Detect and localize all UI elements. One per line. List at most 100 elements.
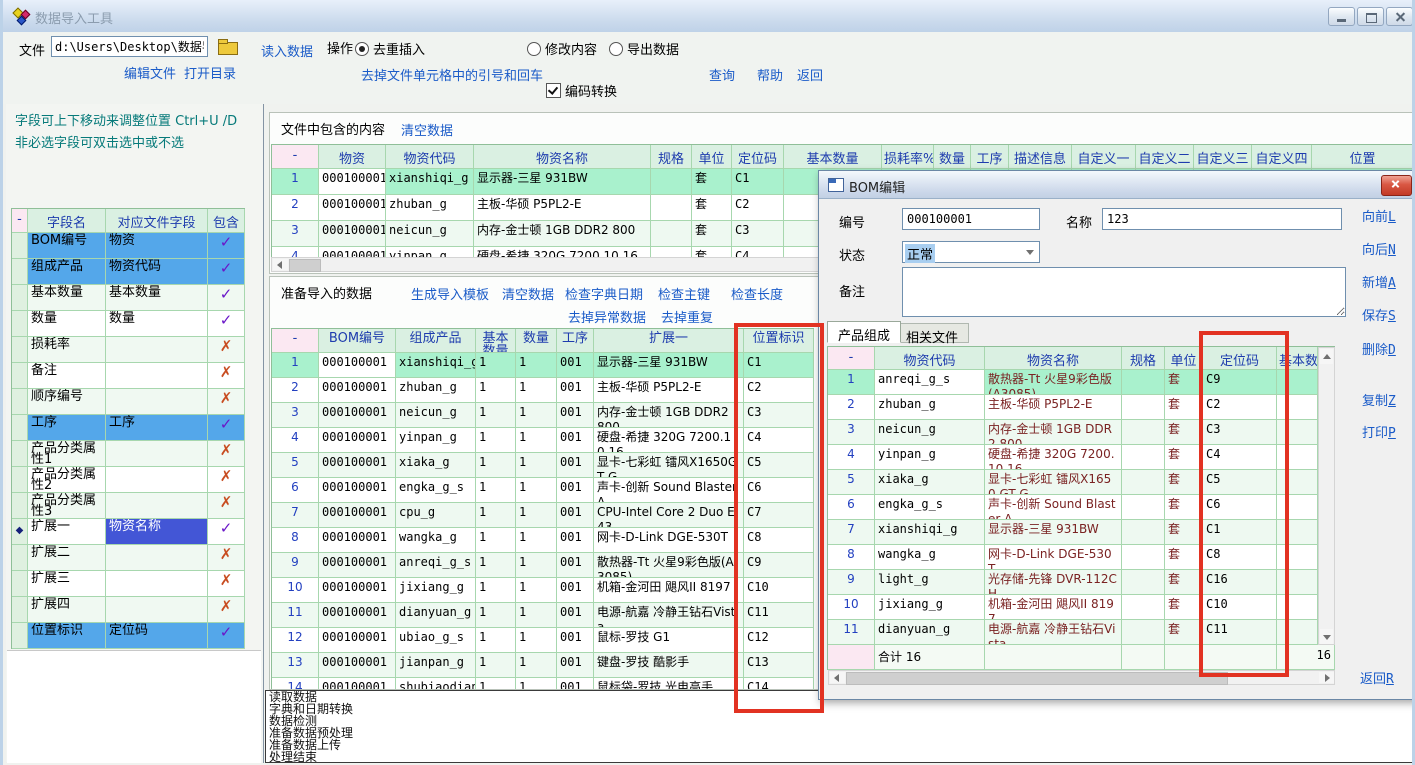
radio-modify-content[interactable]: 修改内容 [527,39,597,58]
scroll-left-button[interactable] [273,259,288,270]
query-link[interactable]: 查询 [709,65,735,84]
table-row[interactable]: 11dianyuan_g电源-航嘉 冷静王钻石Vista套C11 [828,620,1318,645]
table-cell: cpu_g [396,503,476,528]
table-row[interactable]: 3neicun_g内存-金士顿 1GB DDR2 800套C3 [828,420,1318,445]
bom-table-hscrollbar[interactable] [828,670,1335,685]
table-row[interactable]: 9000100001anreqi_g_s11001散热器-Tt 火星9彩色版(A… [272,553,814,578]
table-cell: 1 [476,478,516,503]
read-data-link[interactable]: 读入数据 [261,41,313,60]
table-row[interactable]: 组成产品物资代码✓ [12,259,245,285]
table-cell: 3 [272,403,319,428]
table-row[interactable]: 12000100001ubiao_g_s11001鼠标-罗技 G1C12 [272,628,814,653]
table-row[interactable]: 数量数量✓ [12,311,245,337]
table-row[interactable]: 4yinpan_g硬盘-希捷 320G 7200.10.16套C4 [828,445,1318,470]
clear-prepared-data-link[interactable]: 清空数据 [502,284,554,303]
column-header: 定位码 [1203,347,1277,370]
table-cell: 声卡-创新 Sound Blaster A [594,478,744,503]
print-button[interactable]: 打印P [1362,422,1396,441]
save-button[interactable]: 保存S [1362,305,1396,324]
table-row[interactable]: 扩展四✗ [12,597,245,623]
table-row[interactable]: 8wangka_g网卡-D-Link DGE-530T套C8 [828,545,1318,570]
table-row[interactable]: 产品分类属性3✗ [12,493,245,519]
table-row[interactable]: 损耗率✗ [12,337,245,363]
minimize-button[interactable] [1328,7,1355,26]
strip-quotes-link[interactable]: 去掉文件单元格中的引号和回车 [361,65,543,84]
table-row[interactable]: 3000100001neicun_g11001内存-金士顿 1GB DDR2 8… [272,403,814,428]
table-row[interactable]: 工序工序✓ [12,415,245,441]
scroll-right-button[interactable] [1319,672,1334,683]
table-row[interactable]: 7xianshiqi_g显示器-三星 931BW套C1 [828,520,1318,545]
table-row[interactable]: 11000100001dianyuan_g11001电源-航嘉 冷静王钻石Vis… [272,603,814,628]
scroll-down-button[interactable] [1320,629,1333,644]
table-row[interactable]: 4000100001yinpan_g11001硬盘-希捷 320G 7200.1… [272,428,814,453]
table-row[interactable]: 7000100001cpu_g11001CPU-Intel Core 2 Duo… [272,503,814,528]
radio-export-data[interactable]: 导出数据 [609,39,679,58]
table-row[interactable]: 6engka_g_s声卡-创新 Sound Blaster A套C6 [828,495,1318,520]
drop-duplicates-link[interactable]: 去掉重复 [661,307,713,326]
table-row[interactable]: 备注✗ [12,363,245,389]
dialog-close-button[interactable] [1381,175,1412,196]
table-row[interactable]: 扩展三✗ [12,571,245,597]
table-row[interactable]: ◆扩展一物资名称✓ [12,519,245,545]
generate-template-link[interactable]: 生成导入模板 [411,284,489,303]
table-row[interactable]: 产品分类属性1✗ [12,441,245,467]
browse-folder-button[interactable] [215,37,241,57]
column-header: 扩展一 [594,329,744,353]
check-primary-key-link[interactable]: 检查主键 [658,284,710,303]
maximize-button[interactable] [1357,7,1384,26]
table-row[interactable]: 基本数量基本数量✓ [12,285,245,311]
table-cell: 000100001 [319,378,396,403]
table-row[interactable]: 8000100001wangka_g11001网卡-D-Link DGE-530… [272,528,814,553]
scroll-up-icon [1323,354,1331,359]
back-link[interactable]: 返回 [797,65,823,84]
table-row[interactable]: 2000100001zhuban_g11001主板-华硕 P5PL2-EC2 [272,378,814,403]
table-row[interactable]: 10000100001jixiang_g11001机箱-金河田 飓风II 819… [272,578,814,603]
check-dict-date-link[interactable]: 检查字典日期 [565,284,643,303]
drop-abnormal-link[interactable]: 去掉异常数据 [568,307,646,326]
check-length-link[interactable]: 检查长度 [731,284,783,303]
radio-dedup-insert[interactable]: 去重插入 [355,39,425,58]
add-button[interactable]: 新增A [1362,272,1396,291]
bom-status-select[interactable]: 正常 [902,241,1040,263]
table-cell: 基本数量 [106,285,208,311]
encoding-convert-checkbox[interactable]: 编码转换 [546,81,617,100]
close-button[interactable] [1386,7,1413,26]
scroll-up-button[interactable] [1320,349,1333,364]
file-path-input[interactable] [51,36,208,57]
table-row[interactable]: 扩展二✗ [12,545,245,571]
scroll-thumb[interactable] [289,259,321,272]
table-cell: zhuban_g [396,378,476,403]
prev-record-button[interactable]: 向前L [1362,206,1396,225]
table-row[interactable]: 14000100001shubiaodian_g11001鼠标袋-罗技 光电高手… [272,678,814,689]
scroll-thumb[interactable] [846,672,1228,685]
table-row[interactable]: 5000100001xiaka_g11001显卡-七彩虹 镭风X1650GT-G… [272,453,814,478]
table-row[interactable]: 2zhuban_g主板-华硕 P5PL2-E套C2 [828,395,1318,420]
table-row[interactable]: 位置标识定位码✓ [12,623,245,649]
table-row[interactable]: BOM编号物资✓ [12,233,245,259]
clear-file-data-link[interactable]: 清空数据 [401,120,453,139]
table-row[interactable]: 5xiaka_g显卡-七彩虹 镭风X1650 GT-G套C5 [828,470,1318,495]
table-row[interactable]: 9light_g光存储-先锋 DVR-112CH套C16 [828,570,1318,595]
bom-note-textarea[interactable] [902,267,1346,317]
next-record-button[interactable]: 向后N [1362,239,1396,258]
tab-related-files[interactable]: 相关文件 [895,323,969,343]
table-row[interactable]: 1anreqi_g_s散热器-Tt 火星9彩色版(A3085)套C9 [828,370,1318,395]
bom-id-input[interactable] [902,208,1040,230]
bom-table-vscrollbar[interactable] [1318,347,1335,645]
table-row[interactable]: 1000100001xianshiqi_g11001显示器-三星 931BWC1 [272,353,814,378]
delete-button[interactable]: 删除D [1362,339,1396,358]
table-row[interactable]: 6000100001engka_g_s11001声卡-创新 Sound Blas… [272,478,814,503]
dialog-back-button[interactable]: 返回R [1360,668,1394,687]
table-cell: 产品分类属性1 [28,441,106,467]
edit-file-link[interactable]: 编辑文件 [124,63,176,82]
table-row[interactable]: 产品分类属性2✗ [12,467,245,493]
open-directory-link[interactable]: 打开目录 [184,63,236,82]
scroll-left-button[interactable] [830,672,845,683]
help-link[interactable]: 帮助 [757,65,783,84]
tab-product-composition[interactable]: 产品组成 [827,321,901,343]
table-row[interactable]: 13000100001jianpan_g11001键盘-罗技 酷影手C13 [272,653,814,678]
copy-button[interactable]: 复制Z [1362,390,1396,409]
table-row[interactable]: 顺序编号✗ [12,389,245,415]
table-row[interactable]: 10jixiang_g机箱-金河田 飓风II 8197套C10 [828,595,1318,620]
bom-name-input[interactable] [1102,208,1342,230]
